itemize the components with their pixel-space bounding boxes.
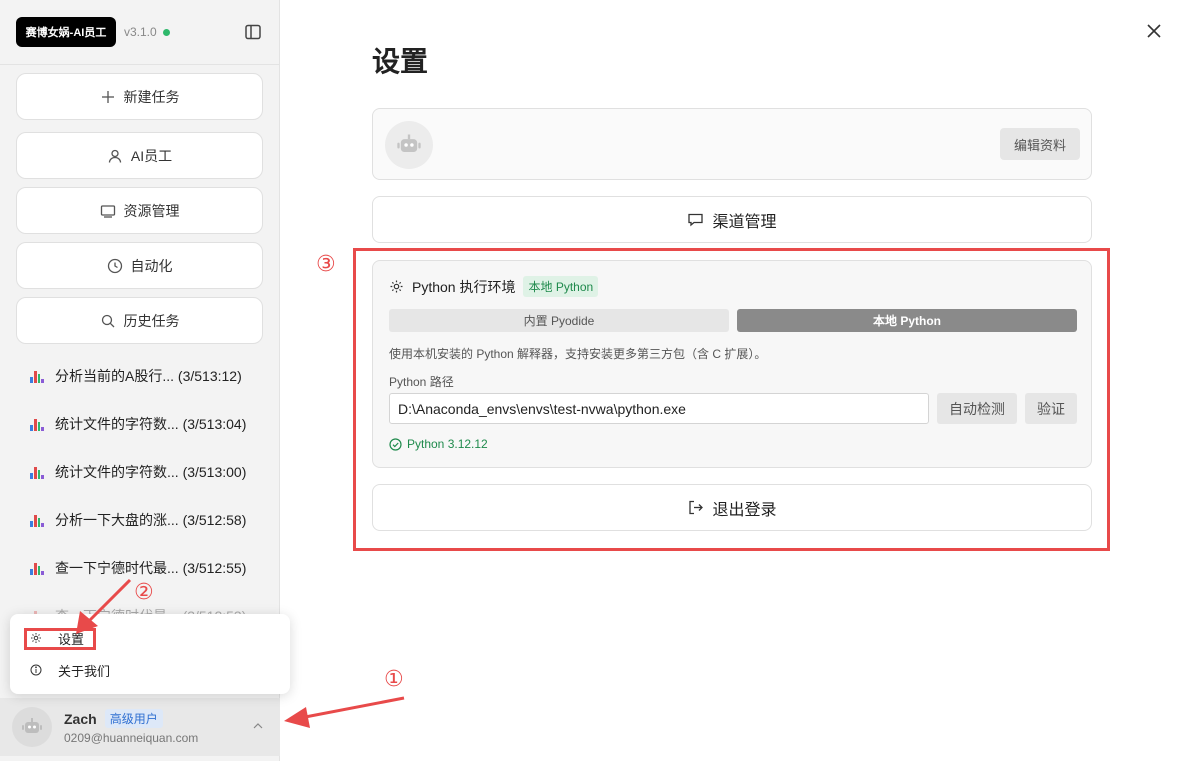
close-icon[interactable]: [1145, 22, 1163, 40]
history-title: 统计文件的字符数...: [55, 416, 179, 432]
edit-profile-button[interactable]: 编辑资料: [1000, 128, 1080, 160]
new-task-label: 新建任务: [123, 88, 180, 105]
history-item[interactable]: 统计文件的字符数... (3/513:04): [30, 412, 270, 436]
channel-management-button[interactable]: 渠道管理: [372, 196, 1092, 243]
auto-detect-button[interactable]: 自动检测: [937, 393, 1017, 424]
automation-button[interactable]: 自动化: [16, 242, 263, 289]
annotation-highlight-settings: [24, 628, 96, 650]
history-title: 统计文件的字符数...: [55, 464, 179, 480]
chevron-up-icon[interactable]: [252, 720, 264, 732]
history-time: (3/513:00): [182, 464, 247, 480]
robot-icon: [397, 134, 421, 152]
sidebar-toggle-icon[interactable]: [244, 23, 262, 41]
tab-builtin-pyodide[interactable]: 内置 Pyodide: [389, 309, 729, 332]
logout-button[interactable]: 退出登录: [372, 484, 1092, 531]
user-email: 0209@huanneiquan.com: [64, 731, 199, 745]
robot-icon: [22, 718, 42, 733]
gear-icon: [390, 280, 403, 293]
user-icon: [108, 149, 122, 163]
ai-staff-label: AI员工: [130, 147, 173, 164]
resource-management-button[interactable]: 资源管理: [16, 187, 263, 234]
chat-bubble-icon: [688, 213, 704, 227]
chart-icon: [30, 417, 44, 431]
search-icon: [101, 314, 114, 327]
status-dot: [162, 28, 170, 36]
logout-label: 退出登录: [712, 501, 777, 519]
python-env-card: Python 执行环境 本地 Python 内置 Pyodide 本地 Pyth…: [372, 260, 1092, 468]
automation-label: 自动化: [130, 257, 173, 274]
resource-management-label: 资源管理: [123, 202, 180, 219]
sidebar-divider: [0, 64, 280, 65]
user-name-row: Zach 高级用户: [64, 709, 198, 728]
history-title: 分析一下大盘的涨...: [55, 512, 179, 528]
page-title: 设置: [372, 46, 429, 77]
annotation-number-two: ②: [134, 580, 154, 605]
history-item[interactable]: 统计文件的字符数... (3/513:00): [30, 460, 270, 484]
history-tasks-label: 历史任务: [123, 312, 180, 329]
chart-icon: [30, 369, 44, 383]
annotation-arrow-one: [284, 696, 405, 728]
history-title: 分析当前的A股行...: [55, 368, 175, 384]
profile-avatar: [385, 121, 433, 169]
check-circle-icon: [389, 437, 402, 451]
history-item[interactable]: 查一下宁德时代最... (3/512:55): [30, 556, 270, 580]
monitor-icon: [100, 204, 115, 218]
python-env-description: 使用本机安装的 Python 解释器，支持安装更多第三方包（含 C 扩展）。: [389, 347, 767, 361]
info-icon: [30, 664, 42, 676]
chart-icon: [30, 465, 44, 479]
python-path-label: Python 路径: [389, 375, 454, 389]
history-time: (3/512:55): [182, 560, 247, 576]
user-name: Zach: [64, 710, 97, 727]
python-env-header: Python 执行环境 本地 Python: [389, 276, 599, 297]
avatar: [12, 707, 52, 747]
history-time: (3/513:12): [177, 368, 242, 384]
python-version-text: Python 3.12.12: [407, 437, 488, 451]
python-path-input[interactable]: D:\Anaconda_envs\envs\test-nvwa\python.e…: [389, 393, 929, 424]
chart-icon: [30, 561, 44, 575]
logout-icon: [689, 500, 704, 515]
python-env-tag: 本地 Python: [523, 276, 599, 297]
chart-icon: [30, 513, 44, 527]
brand-logo: 赛博女娲-AI员工: [16, 17, 116, 47]
brand-row: 赛博女娲-AI员工 v3.1.0: [16, 17, 170, 47]
history-time: (3/512:58): [182, 512, 247, 528]
plus-icon: [101, 90, 114, 103]
annotation-number-three: ③: [316, 252, 336, 277]
about-menu-item[interactable]: 关于我们: [30, 658, 110, 682]
clock-icon: [107, 258, 122, 273]
profile-card: 编辑资料: [372, 108, 1092, 180]
history-tasks-button[interactable]: 历史任务: [16, 297, 263, 344]
channel-management-label: 渠道管理: [712, 213, 777, 231]
tab-local-python[interactable]: 本地 Python: [737, 309, 1077, 332]
new-task-button[interactable]: 新建任务: [16, 73, 263, 120]
user-popup-menu: 设置 关于我们: [10, 614, 290, 694]
ai-staff-button[interactable]: AI员工: [16, 132, 263, 179]
user-card[interactable]: Zach 高级用户 0209@huanneiquan.com: [0, 698, 280, 756]
python-version-status: Python 3.12.12: [389, 437, 488, 451]
history-time: (3/513:04): [182, 416, 247, 432]
history-item[interactable]: 分析一下大盘的涨... (3/512:58): [30, 508, 270, 532]
annotation-number-one: ①: [384, 667, 404, 692]
user-badge: 高级用户: [104, 709, 163, 728]
history-title: 查一下宁德时代最...: [55, 560, 179, 576]
user-info: Zach 高级用户 0209@huanneiquan.com: [64, 709, 198, 745]
about-menu-label: 关于我们: [58, 663, 111, 679]
history-item[interactable]: 分析当前的A股行... (3/513:12): [30, 364, 270, 388]
verify-button[interactable]: 验证: [1025, 393, 1077, 424]
version-label: v3.1.0: [124, 25, 157, 39]
python-env-title: Python 执行环境: [412, 278, 516, 295]
